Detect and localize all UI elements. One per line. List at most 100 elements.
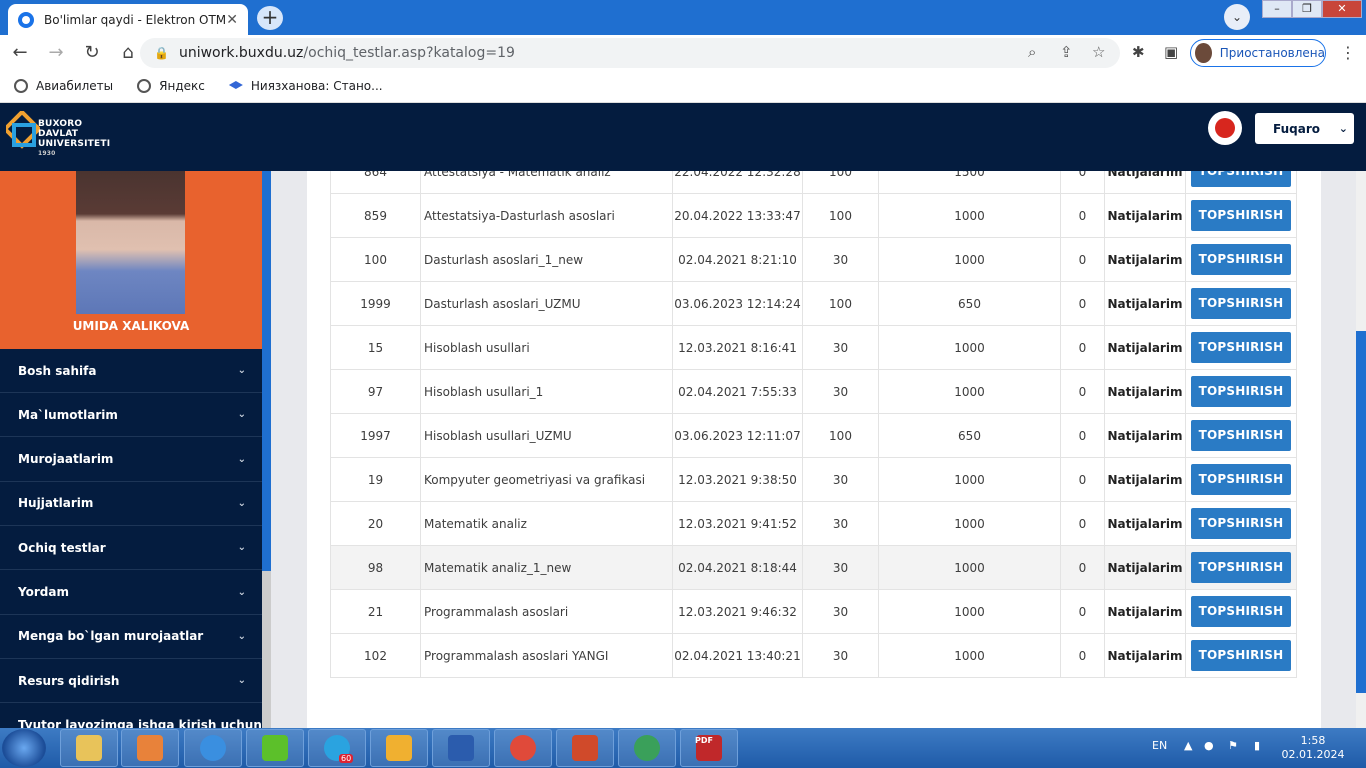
side-panel-icon[interactable]: ▣	[1164, 43, 1178, 61]
new-tab-button[interactable]: +	[257, 6, 283, 30]
bookmark-item[interactable]: Ниязханова: Стано...	[228, 79, 383, 93]
submit-test-button[interactable]: TOPSHIRISH	[1191, 376, 1291, 407]
tab-search-icon[interactable]: ⌄	[1224, 4, 1250, 30]
sidebar-item[interactable]: Tyutor lavozimga ishga kirish uchun	[0, 703, 262, 728]
close-tab-icon[interactable]: ✕	[226, 12, 238, 28]
bookmark-star-icon[interactable]: ☆	[1092, 43, 1105, 61]
download-taskbar-button[interactable]	[246, 729, 304, 767]
battery-icon[interactable]: ▮	[1254, 739, 1260, 752]
system-clock[interactable]: 1:58 02.01.2024	[1278, 734, 1348, 762]
sidebar-item[interactable]: Yordam ⌄	[0, 571, 262, 615]
reload-icon[interactable]: ↻	[76, 37, 108, 69]
table-row: 97 Hisoblash usullari_1 02.04.2021 7:55:33…	[330, 369, 1297, 414]
action-cell: TOPSHIRISH	[1185, 325, 1297, 370]
sidebar-scrollbar-thumb[interactable]	[262, 171, 271, 571]
test-id-cell: 19	[330, 457, 421, 502]
forward-arrow-icon[interactable]: →	[40, 37, 72, 69]
globe-icon	[14, 79, 28, 93]
bookmark-item[interactable]: Яндекс	[137, 79, 205, 93]
user-name: UMIDA XALIKOVA	[72, 319, 190, 333]
maximize-window-icon[interactable]: ❐	[1292, 0, 1322, 18]
results-link[interactable]: Natijalarim	[1104, 457, 1186, 502]
browser-menu-icon[interactable]: ⋮	[1340, 43, 1356, 62]
submit-test-button[interactable]: TOPSHIRISH	[1191, 244, 1291, 275]
results-link[interactable]: Natijalarim	[1104, 237, 1186, 282]
share-icon[interactable]: ⇪	[1060, 43, 1073, 61]
logo-line: DAVLAT	[38, 129, 79, 139]
zoom-icon[interactable]: ⌕	[1028, 43, 1036, 61]
university-logo-icon[interactable]	[6, 111, 40, 161]
tab-title: Bo'limlar qaydi - Elektron OTM	[44, 12, 227, 27]
test-name-cell: Hisoblash usullari	[420, 325, 673, 370]
globe-icon	[137, 79, 152, 93]
profile-button[interactable]: Приостановлена	[1190, 39, 1326, 67]
address-bar[interactable]: 🔒 uniwork.buxdu.uz/ochiq_testlar.asp?kat…	[140, 38, 1120, 68]
chevron-down-icon: ⌄	[237, 586, 246, 598]
results-link[interactable]: Natijalarim	[1104, 589, 1186, 634]
results-link[interactable]: Natijalarim	[1104, 369, 1186, 414]
show-hidden-icons-icon[interactable]: ▲	[1184, 739, 1192, 752]
results-link[interactable]: Natijalarim	[1104, 545, 1186, 590]
table-row: 1997 Hisoblash usullari_UZMU 03.06.2023 12…	[330, 413, 1297, 458]
results-link[interactable]: Natijalarim	[1104, 193, 1186, 238]
results-link[interactable]: Natijalarim	[1104, 501, 1186, 546]
explorer-taskbar-button[interactable]	[60, 729, 118, 767]
chrome-taskbar-button[interactable]	[494, 729, 552, 767]
sidebar-item[interactable]: Ma`lumotlarim ⌄	[0, 393, 262, 438]
browser-toolbar: ← → ↻ ⌂ 🔒 uniwork.buxdu.uz/ochiq_testlar…	[0, 35, 1366, 70]
site-header: BUXORO DAVLAT UNIVERSITETI 1930 Fuqaro ⌄	[0, 103, 1366, 171]
test-id-cell: 97	[330, 369, 421, 414]
chevron-down-icon: ⌄	[237, 675, 246, 687]
paint-taskbar-button[interactable]	[370, 729, 428, 767]
sidebar-item[interactable]: Ochiq testlar ⌄	[0, 526, 262, 571]
flag-icon[interactable]: ⚑	[1228, 739, 1238, 752]
chrome-profile-taskbar-button[interactable]	[618, 729, 676, 767]
submit-test-button[interactable]: TOPSHIRISH	[1191, 288, 1291, 319]
explorer-icon	[76, 735, 102, 761]
url-path: /ochiq_testlar.asp?katalog=19	[303, 45, 515, 61]
sidebar-item[interactable]: Hujjatlarim ⌄	[0, 482, 262, 526]
submit-test-button[interactable]: TOPSHIRISH	[1191, 200, 1291, 231]
test-name-cell: Matematik analiz_1_new	[420, 545, 673, 590]
browser-tab[interactable]: Bo'limlar qaydi - Elektron OTM ✕	[8, 4, 248, 35]
action-cell: TOPSHIRISH	[1185, 589, 1297, 634]
attempts-cell: 0	[1060, 633, 1105, 678]
start-button[interactable]	[2, 729, 46, 767]
bookmark-item[interactable]: Авиабилеты	[14, 79, 113, 93]
chevron-down-icon: ⌄	[1338, 122, 1348, 135]
submit-test-button[interactable]: TOPSHIRISH	[1191, 508, 1291, 539]
network-icon[interactable]: ●	[1204, 739, 1214, 752]
results-link[interactable]: Natijalarim	[1104, 413, 1186, 458]
submit-test-button[interactable]: TOPSHIRISH	[1191, 332, 1291, 363]
sidebar-item-label: Ochiq testlar	[18, 540, 106, 555]
pdf-reader-taskbar-button[interactable]: PDF	[680, 729, 738, 767]
telegram-taskbar-button[interactable]: 60	[308, 729, 366, 767]
media-player-taskbar-button[interactable]	[121, 729, 179, 767]
results-link[interactable]: Natijalarim	[1104, 633, 1186, 678]
close-window-icon[interactable]: ✕	[1322, 0, 1362, 18]
results-link[interactable]: Natijalarim	[1104, 325, 1186, 370]
test-date-cell: 12.03.2021 9:38:50	[672, 457, 803, 502]
back-arrow-icon[interactable]: ←	[4, 37, 36, 69]
language-indicator[interactable]: EN	[1152, 739, 1167, 752]
sidebar-item[interactable]: Murojaatlarim ⌄	[0, 438, 262, 482]
internet-explorer-taskbar-button[interactable]	[184, 729, 242, 767]
test-date-cell: 02.04.2021 13:40:21	[672, 633, 803, 678]
sidebar-item[interactable]: Menga bo`lgan murojaatlar ⌄	[0, 615, 262, 659]
submit-test-button[interactable]: TOPSHIRISH	[1191, 464, 1291, 495]
presentation-taskbar-button[interactable]	[556, 729, 614, 767]
submit-test-button[interactable]: TOPSHIRISH	[1191, 420, 1291, 451]
sidebar-item[interactable]: Bosh sahifa ⌄	[0, 349, 262, 393]
submit-test-button[interactable]: TOPSHIRISH	[1191, 596, 1291, 627]
notification-bell-icon[interactable]	[1208, 111, 1242, 145]
clock-date: 02.01.2024	[1281, 748, 1345, 761]
submit-test-button[interactable]: TOPSHIRISH	[1191, 640, 1291, 671]
results-link[interactable]: Natijalarim	[1104, 281, 1186, 326]
minimize-window-icon[interactable]: –	[1262, 0, 1292, 18]
extensions-icon[interactable]: ✱	[1132, 43, 1145, 61]
submit-test-button[interactable]: TOPSHIRISH	[1191, 552, 1291, 583]
sidebar-item[interactable]: Resurs qidirish ⌄	[0, 659, 262, 704]
word-taskbar-button[interactable]	[432, 729, 490, 767]
page-scrollbar-thumb[interactable]	[1356, 331, 1366, 693]
role-select[interactable]: Fuqaro ⌄	[1255, 113, 1354, 144]
